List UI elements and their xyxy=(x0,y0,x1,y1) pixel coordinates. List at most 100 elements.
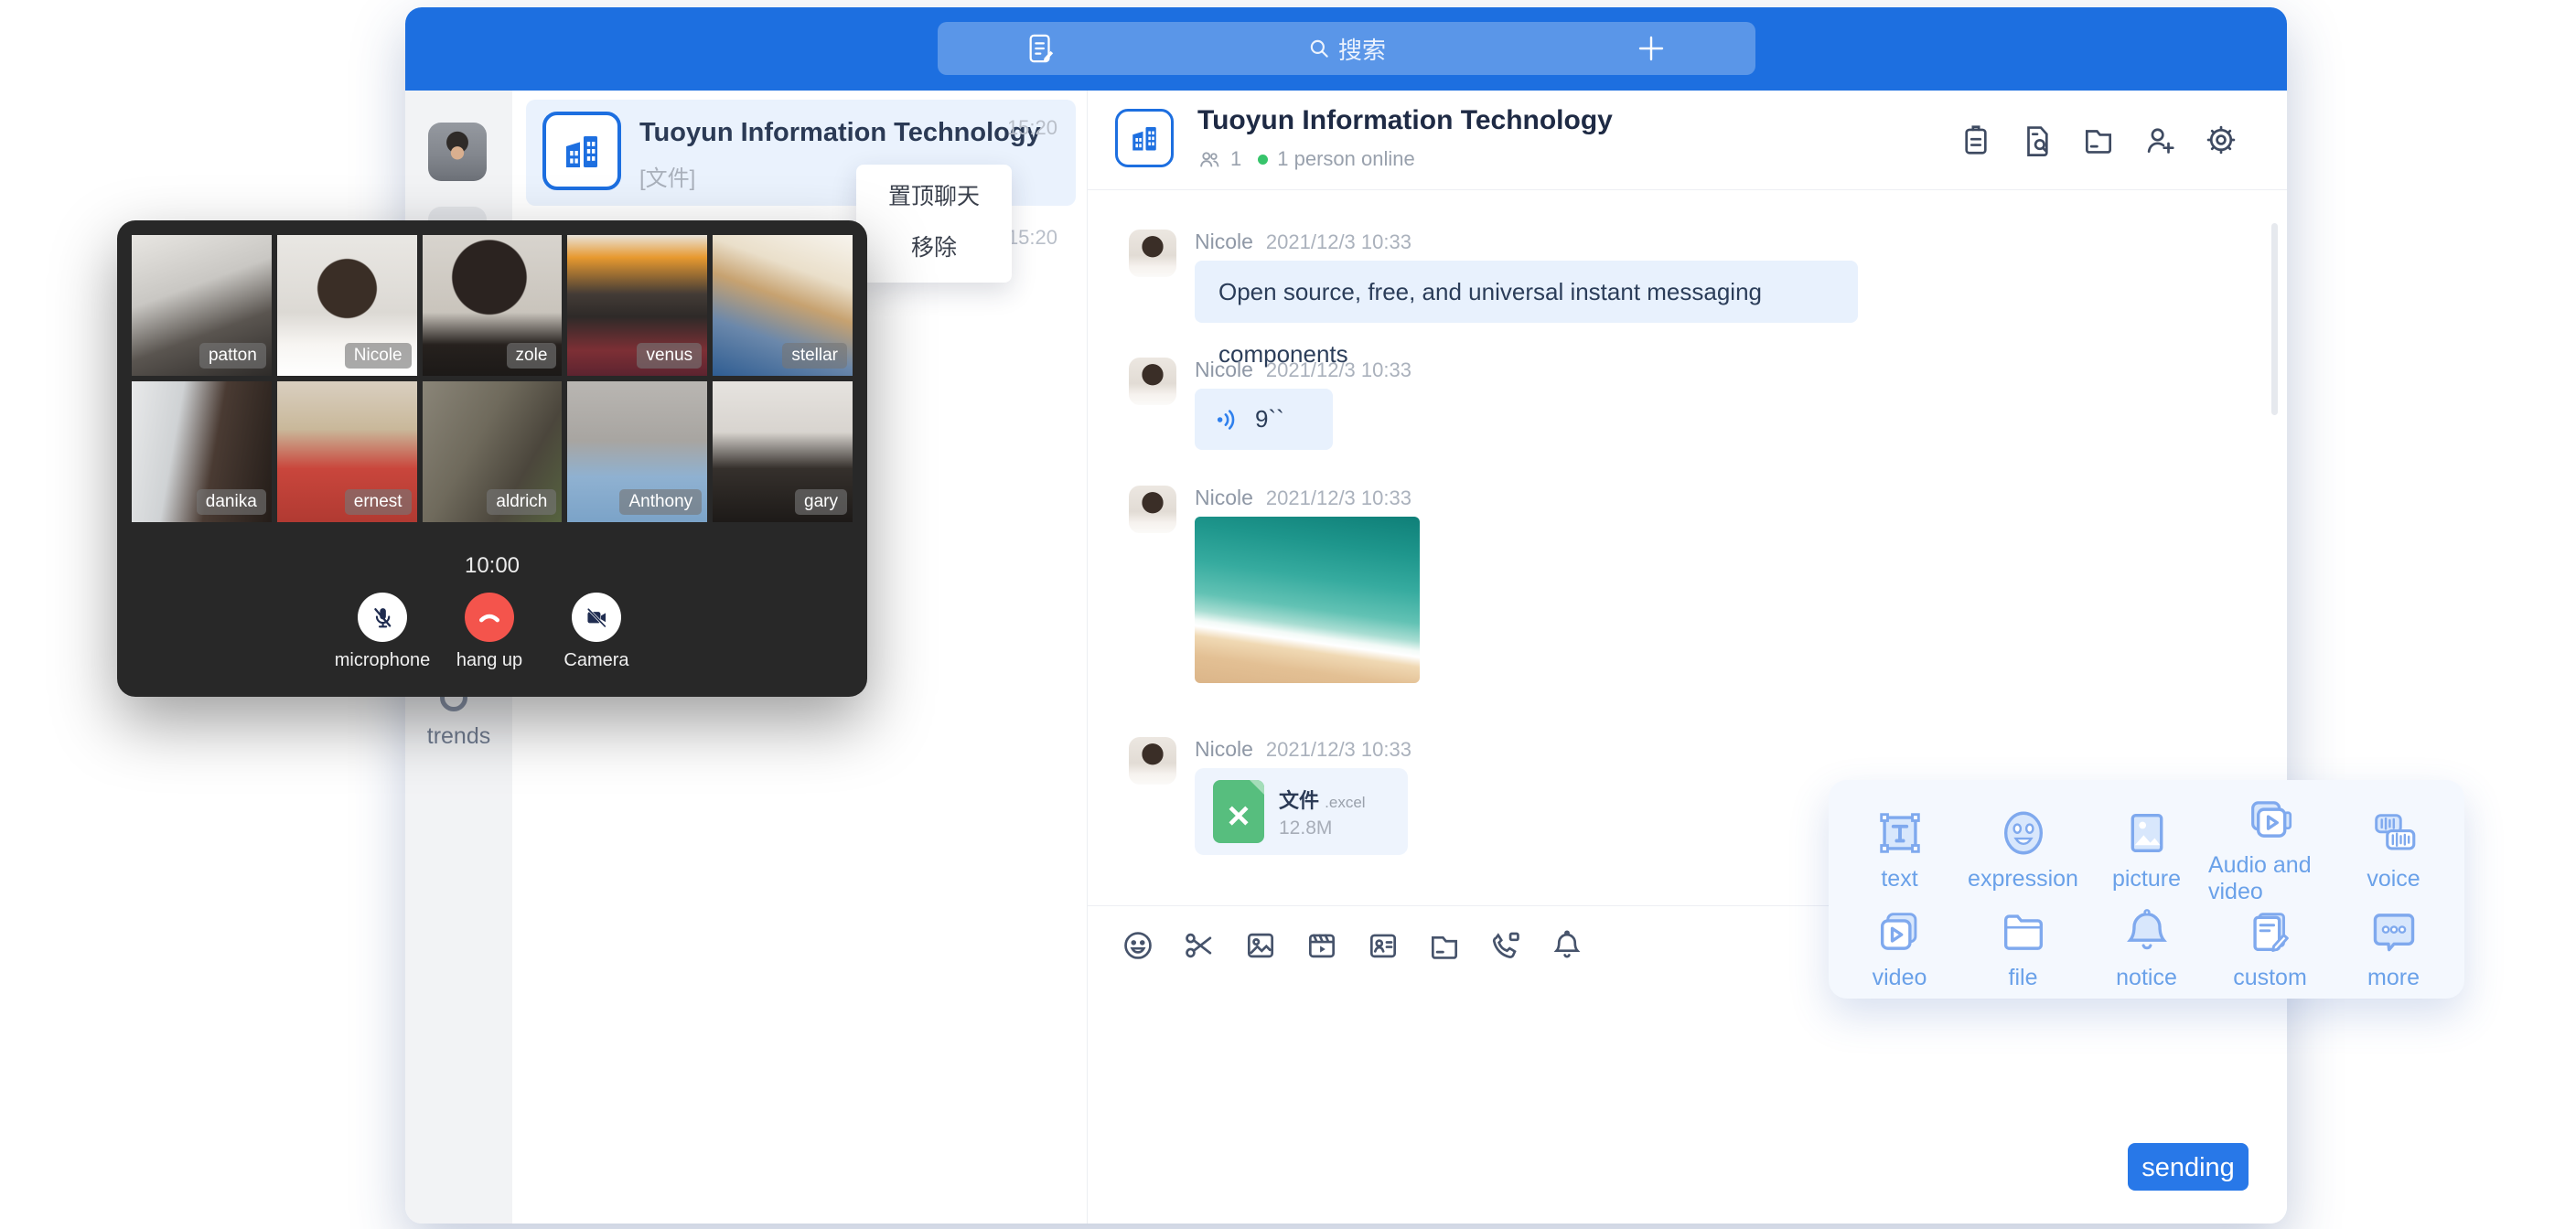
notice-icon xyxy=(2120,905,2174,958)
screenshot-icon[interactable] xyxy=(1182,928,1217,963)
message-text: Nicole 2021/12/3 10:33 Open source, free… xyxy=(1129,230,2259,323)
hang-up-button[interactable]: hang up xyxy=(435,593,544,671)
conversation-time: 15:20 xyxy=(1007,226,1057,250)
panel-item-picture[interactable]: picture xyxy=(2085,793,2208,905)
participant-grid: patton Nicole zole venus stellar danika … xyxy=(132,235,853,522)
participant-name: patton xyxy=(199,343,266,369)
announcement-icon[interactable] xyxy=(1958,122,1994,158)
notification-icon[interactable] xyxy=(1550,928,1584,963)
message-time: 2021/12/3 10:33 xyxy=(1266,486,1411,510)
panel-item-more[interactable]: more xyxy=(2332,905,2455,991)
member-count: 1 xyxy=(1230,147,1241,171)
send-button[interactable]: sending xyxy=(2128,1143,2249,1191)
participant-name: venus xyxy=(637,343,702,369)
search-bar[interactable]: 搜索 xyxy=(938,22,1755,75)
settings-icon[interactable] xyxy=(2203,122,2239,158)
folder-icon[interactable] xyxy=(1427,928,1462,963)
audio-video-icon xyxy=(2244,793,2297,846)
custom-icon xyxy=(2244,905,2297,958)
document-search-icon[interactable] xyxy=(2019,122,2055,158)
panel-item-text[interactable]: text xyxy=(1838,793,1961,905)
sender-avatar[interactable] xyxy=(1129,358,1176,405)
voice-bubble[interactable]: 9`` xyxy=(1195,389,1333,450)
participant-tile: stellar xyxy=(713,235,853,376)
participant-tile: Anthony xyxy=(567,381,707,522)
sender-avatar[interactable] xyxy=(1129,230,1176,277)
members-icon xyxy=(1197,147,1221,171)
participant-name: Anthony xyxy=(619,489,702,515)
trends-label[interactable]: trends xyxy=(405,723,512,750)
expression-icon xyxy=(1997,807,2050,860)
participant-tile: danika xyxy=(132,381,272,522)
picture-icon xyxy=(2120,807,2174,860)
sender-avatar[interactable] xyxy=(1129,737,1176,785)
message-time: 2021/12/3 10:33 xyxy=(1266,738,1411,762)
emoji-icon[interactable] xyxy=(1121,928,1155,963)
plus-icon[interactable] xyxy=(1635,32,1668,69)
text-bubble[interactable]: Open source, free, and universal instant… xyxy=(1195,261,1858,323)
sender-name: Nicole xyxy=(1195,358,1253,382)
camera-muted-icon xyxy=(584,604,609,630)
menu-item-pin[interactable]: 置顶聊天 xyxy=(856,171,1012,222)
search-icon xyxy=(1307,37,1331,60)
search-field[interactable]: 搜索 xyxy=(938,22,1755,75)
participant-name: zole xyxy=(507,343,557,369)
hang-up-icon xyxy=(476,604,503,631)
participant-name: gary xyxy=(795,489,847,515)
panel-item-custom[interactable]: custom xyxy=(2208,905,2332,991)
screenshot-stage: 搜索 trends xyxy=(0,0,2576,1229)
video-call-overlay: patton Nicole zole venus stellar danika … xyxy=(117,220,867,697)
participant-name: aldrich xyxy=(487,489,556,515)
message-voice: Nicole 2021/12/3 10:33 9`` xyxy=(1129,358,2259,450)
excel-file-icon xyxy=(1213,780,1264,843)
file-name: 文件 xyxy=(1279,789,1319,812)
context-menu: 置顶聊天 移除 xyxy=(856,165,1012,283)
sender-name: Nicole xyxy=(1195,230,1253,254)
participant-name: Nicole xyxy=(345,343,412,369)
user-avatar[interactable] xyxy=(428,123,487,181)
video-icon[interactable] xyxy=(1304,928,1339,963)
menu-item-remove[interactable]: 移除 xyxy=(856,222,1012,273)
building-icon xyxy=(560,129,604,173)
panel-item-audio-video[interactable]: Audio and video xyxy=(2208,793,2332,905)
folder-icon[interactable] xyxy=(2080,122,2117,158)
hang-up-label: hang up xyxy=(435,650,544,671)
camera-button[interactable]: Camera xyxy=(542,593,651,671)
online-dot xyxy=(1258,155,1268,165)
microphone-button[interactable]: microphone xyxy=(327,593,437,671)
video-call-icon[interactable] xyxy=(1488,928,1523,963)
file-extension: .excel xyxy=(1325,794,1365,811)
participant-tile: aldrich xyxy=(423,381,563,522)
chat-avatar xyxy=(1115,109,1174,167)
participant-tile: ernest xyxy=(277,381,417,522)
chat-title: Tuoyun Information Technology xyxy=(1197,105,1613,136)
building-icon xyxy=(1128,122,1161,155)
panel-item-expression[interactable]: expression xyxy=(1961,793,2085,905)
sender-avatar[interactable] xyxy=(1129,486,1176,533)
sender-name: Nicole xyxy=(1195,737,1253,762)
conversation-title: Tuoyun Information Technology xyxy=(639,118,1041,148)
participant-tile: venus xyxy=(567,235,707,376)
panel-item-file[interactable]: file xyxy=(1961,905,2085,991)
voice-duration: 9`` xyxy=(1255,405,1284,433)
panel-item-video[interactable]: video xyxy=(1838,905,1961,991)
conversation-last-message: [文件] xyxy=(639,160,695,192)
participant-name: stellar xyxy=(782,343,847,369)
message-type-panel: text expression picture xyxy=(1829,780,2464,999)
participant-tile: gary xyxy=(713,381,853,522)
message-image: Nicole 2021/12/3 10:33 xyxy=(1129,486,2259,683)
file-bubble[interactable]: 文件 .excel 12.8M xyxy=(1195,768,1408,855)
image-icon[interactable] xyxy=(1243,928,1278,963)
group-avatar-icon xyxy=(542,112,621,190)
panel-item-notice[interactable]: notice xyxy=(2085,905,2208,991)
panel-item-voice[interactable]: voice xyxy=(2332,793,2455,905)
participant-tile: zole xyxy=(423,235,563,376)
chat-header: Tuoyun Information Technology 1 1 person… xyxy=(1088,91,2287,190)
more-icon xyxy=(2367,905,2420,958)
scrollbar-thumb[interactable] xyxy=(2271,223,2278,415)
image-message-beach[interactable] xyxy=(1195,517,1420,683)
contact-card-icon[interactable] xyxy=(1366,928,1401,963)
add-member-icon[interactable] xyxy=(2141,122,2178,158)
participant-name: danika xyxy=(197,489,266,515)
search-placeholder: 搜索 xyxy=(1338,32,1386,66)
